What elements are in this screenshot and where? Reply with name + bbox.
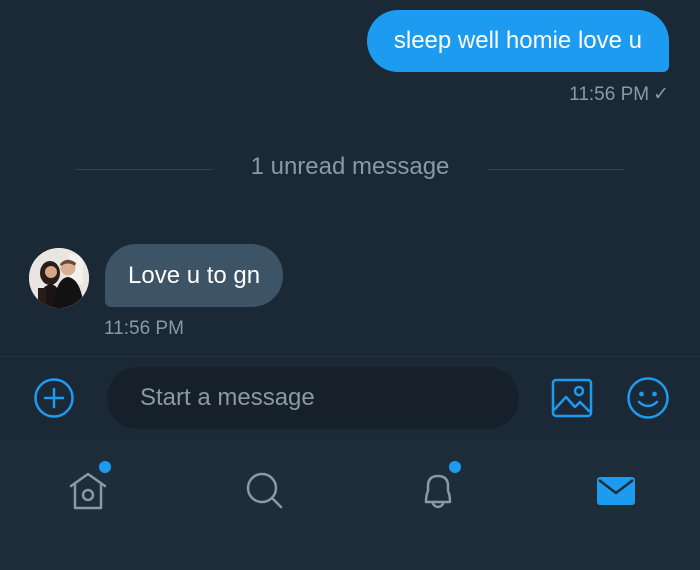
unread-divider-label: 1 unread message xyxy=(250,153,450,180)
incoming-message-bubble[interactable]: Love u to gn xyxy=(105,244,284,307)
outgoing-message-bubble[interactable]: sleep well homie love u xyxy=(366,10,669,72)
avatar-photo xyxy=(29,248,89,308)
emoji-button[interactable] xyxy=(626,376,670,420)
bottom-tab-bar xyxy=(0,440,700,570)
notifications-dot xyxy=(449,461,461,473)
incoming-message-timestamp: 11:56 PM xyxy=(104,318,184,339)
sent-check-icon: ✓ xyxy=(653,84,669,105)
tab-notifications[interactable] xyxy=(412,461,464,516)
outgoing-time: 11:56 PM xyxy=(569,84,650,105)
smiley-icon xyxy=(627,377,669,419)
tab-search[interactable] xyxy=(238,464,290,516)
tab-messages[interactable] xyxy=(590,464,642,516)
avatar[interactable] xyxy=(29,248,89,308)
message-thread: sleep well homie love u 11:56 PM ✓ 1 unre… xyxy=(0,0,700,356)
plus-circle-icon xyxy=(34,378,74,418)
home-notification-dot xyxy=(99,461,111,473)
mail-icon xyxy=(597,477,635,505)
message-input[interactable] xyxy=(107,367,519,429)
image-icon xyxy=(551,378,593,418)
tab-home[interactable] xyxy=(62,461,114,516)
search-icon xyxy=(246,472,283,509)
add-attachment-button[interactable] xyxy=(33,377,75,419)
outgoing-message-timestamp: 11:56 PM ✓ xyxy=(569,84,669,106)
add-image-button[interactable] xyxy=(551,377,593,419)
message-composer xyxy=(0,356,700,440)
